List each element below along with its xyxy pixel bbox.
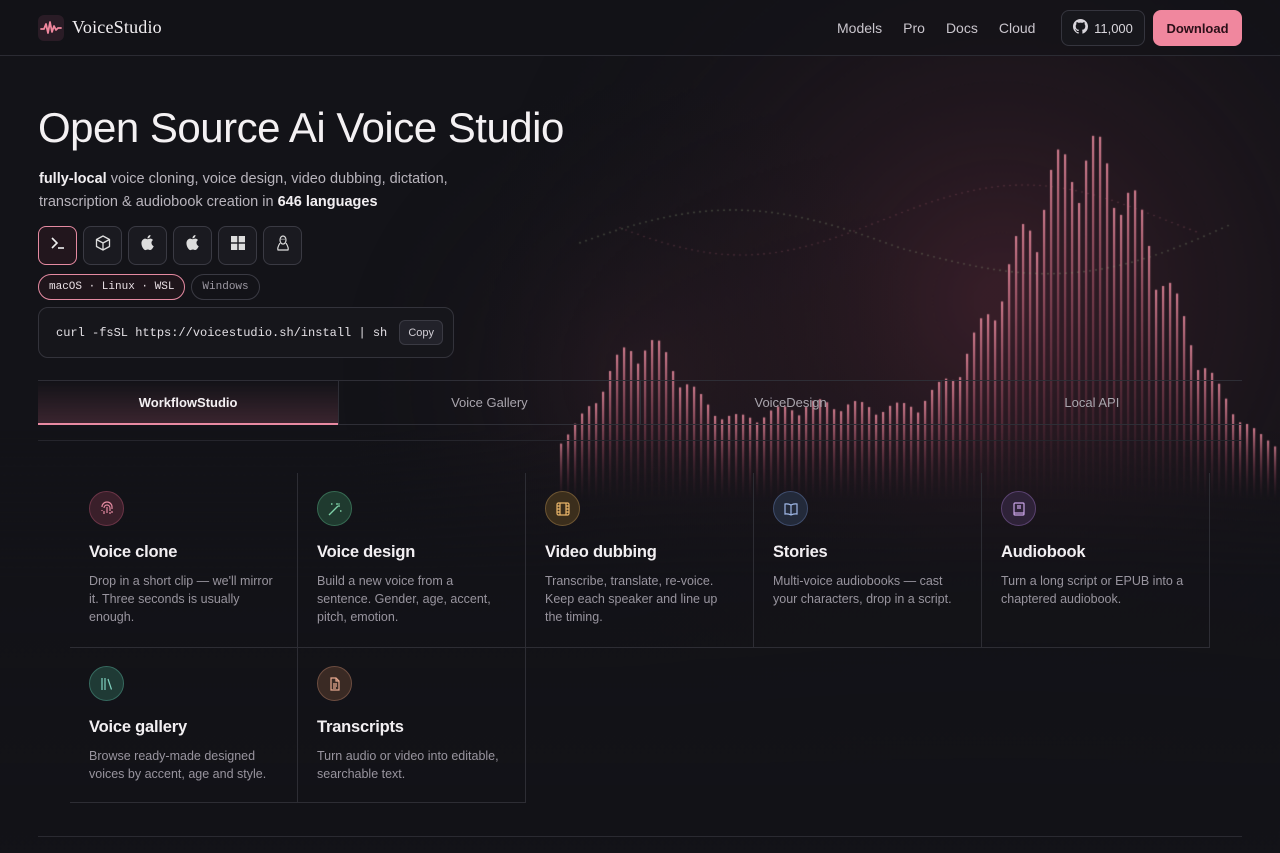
tab-voice-gallery[interactable]: Voice Gallery (339, 381, 641, 424)
footer-divider (38, 836, 1242, 837)
linux-icon (276, 234, 290, 257)
waveform-logo-icon (38, 14, 64, 41)
github-icon (1073, 19, 1089, 37)
feature-title: Transcripts (317, 718, 404, 736)
feature-card-transcripts[interactable]: Transcripts Turn audio or video into edi… (298, 648, 526, 803)
tab-local-api[interactable]: Local API (942, 381, 1242, 424)
top-nav: VoiceStudio Models Pro Docs Cloud 11,000… (0, 0, 1280, 56)
windows-button[interactable] (218, 226, 257, 265)
feature-card-voice-gallery[interactable]: Voice gallery Browse ready-made designed… (70, 648, 298, 803)
brand[interactable]: VoiceStudio (38, 14, 162, 41)
nav-link-cloud[interactable]: Cloud (999, 20, 1036, 36)
copy-button[interactable]: Copy (399, 320, 443, 345)
nav-links: Models Pro Docs Cloud (837, 0, 1056, 56)
install-command[interactable]: curl -fsSL https://voicestudio.sh/instal… (56, 326, 399, 340)
apple-icon (140, 235, 155, 256)
book-open-icon (773, 491, 808, 526)
hero-subtitle: fully-local voice cloning, voice design,… (39, 168, 499, 214)
film-icon (545, 491, 580, 526)
feature-title: Audiobook (1001, 543, 1086, 561)
feature-title: Voice clone (89, 543, 178, 561)
feature-title: Stories (773, 543, 828, 561)
feature-card-audiobook[interactable]: Audiobook Turn a long script or EPUB int… (982, 473, 1210, 648)
terminal-button[interactable] (38, 226, 77, 265)
feature-desc: Drop in a short clip — we'll mirror it. … (89, 574, 273, 624)
feature-desc: Multi-voice audiobooks — cast your chara… (773, 574, 952, 606)
macos-alt-button[interactable] (173, 226, 212, 265)
install-method-selector (38, 226, 302, 265)
tab-workflowstudio[interactable]: WorkflowStudio (38, 381, 340, 425)
terminal-icon (50, 236, 66, 255)
platform-pill-windows[interactable]: Windows (191, 274, 260, 300)
github-stars-button[interactable]: 11,000 (1061, 10, 1145, 46)
install-command-box: curl -fsSL https://voicestudio.sh/instal… (38, 307, 454, 358)
feature-desc: Browse ready-made designed voices by acc… (89, 749, 267, 781)
feature-card-stories[interactable]: Stories Multi-voice audiobooks — cast yo… (754, 473, 982, 648)
tab-voicedesign[interactable]: VoiceDesign (641, 381, 942, 424)
platform-pills: macOS · Linux · WSL Windows (38, 274, 260, 300)
document-icon (317, 666, 352, 701)
feature-desc: Transcribe, translate, re-voice. Keep ea… (545, 574, 718, 624)
book-icon (1001, 491, 1036, 526)
feature-title: Video dubbing (545, 543, 657, 561)
nav-link-models[interactable]: Models (837, 20, 882, 36)
package-button[interactable] (83, 226, 122, 265)
feature-title: Voice gallery (89, 718, 187, 736)
feature-desc: Turn audio or video into editable, searc… (317, 749, 499, 781)
fingerprint-icon (89, 491, 124, 526)
feature-card-voice-clone[interactable]: Voice clone Drop in a short clip — we'll… (70, 473, 298, 648)
download-button[interactable]: Download (1153, 10, 1242, 46)
wand-icon (317, 491, 352, 526)
section-divider (38, 440, 1242, 441)
feature-card-voice-design[interactable]: Voice design Build a new voice from a se… (298, 473, 526, 648)
apple-icon (185, 235, 200, 256)
feature-title: Voice design (317, 543, 416, 561)
macos-button[interactable] (128, 226, 167, 265)
feature-desc: Turn a long script or EPUB into a chapte… (1001, 574, 1184, 606)
nav-link-docs[interactable]: Docs (946, 20, 978, 36)
hero-sub-bold-local: fully-local (39, 171, 107, 187)
library-icon (89, 666, 124, 701)
github-star-count: 11,000 (1094, 20, 1133, 36)
brand-name: VoiceStudio (72, 17, 162, 37)
feature-card-video-dubbing[interactable]: Video dubbing Transcribe, translate, re-… (526, 473, 754, 648)
windows-icon (230, 236, 245, 255)
platform-pill-unix[interactable]: macOS · Linux · WSL (38, 274, 186, 300)
linux-button[interactable] (263, 226, 302, 265)
hero-title: Open Source Ai Voice Studio (38, 104, 564, 151)
hero-sub-bold-languages: 646 languages (277, 194, 378, 210)
feature-tabs: WorkflowStudio Voice Gallery VoiceDesign… (38, 380, 1242, 425)
feature-desc: Build a new voice from a sentence. Gende… (317, 574, 491, 624)
nav-link-pro[interactable]: Pro (903, 20, 925, 36)
package-icon (95, 235, 111, 256)
